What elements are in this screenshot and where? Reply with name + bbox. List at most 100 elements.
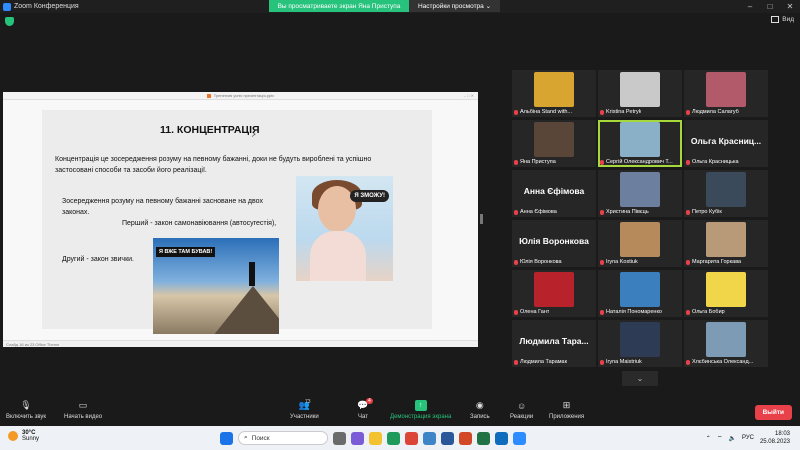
participant-name: Людмила Тарамак (514, 359, 567, 365)
mic-muted-icon (514, 259, 518, 265)
unmute-label: Включить звук (6, 414, 47, 420)
slide-paragraph-2: Зосередження розуму на певному бажанні з… (62, 198, 263, 216)
participant-tile[interactable]: Хлєбинська Олександ... (684, 320, 768, 367)
record-button[interactable]: ◉ Запись (470, 400, 490, 420)
participants-button[interactable]: 👥 73 Участники (290, 399, 319, 420)
participants-count: 73 (305, 399, 311, 405)
share-banner: Вы просматриваете экран Яна Приступа Нас… (269, 0, 500, 12)
leave-button[interactable]: Выйти (754, 405, 792, 420)
splitter-handle[interactable] (480, 214, 483, 224)
participant-video (706, 72, 746, 107)
reactions-button[interactable]: ☺ Реакции (510, 400, 534, 421)
participant-tile[interactable]: Ольга Бобир (684, 270, 768, 317)
mic-muted-icon (686, 309, 690, 315)
weather-widget[interactable]: 30°C Sunny (8, 430, 39, 442)
participant-name-label: Анна Єфімова (520, 209, 557, 215)
participant-name-label: Людмила Салагуб (692, 109, 739, 115)
participant-tile[interactable]: Христина Півєць (598, 170, 682, 217)
view-settings-button[interactable]: Настройки просмотра ⌄ (409, 0, 500, 12)
participant-name: Анна Єфімова (514, 209, 557, 215)
taskbar-apps: ⌕ Поиск (220, 431, 526, 445)
sun-icon (8, 431, 18, 441)
slide-paragraph-4: Другий - закон звички. (62, 256, 134, 263)
view-label: Вид (782, 16, 794, 23)
participant-tile[interactable]: Kristina Petryk (598, 70, 682, 117)
participant-name: Ольга Бобир (686, 309, 725, 315)
participant-video (620, 272, 660, 307)
participant-name: Альбіна Stand with... (514, 109, 572, 115)
participant-tile[interactable]: Альбіна Stand with... (512, 70, 596, 117)
powerpoint-icon (206, 93, 211, 98)
participant-tile[interactable]: Ольга Красниц... Ольга Красницька (684, 120, 768, 167)
participant-tile[interactable]: Людмила Тара... Людмила Тарамак (512, 320, 596, 367)
chrome-icon[interactable] (405, 431, 418, 445)
participant-tile[interactable]: Iryna Maistriuk (598, 320, 682, 367)
chat-button[interactable]: 💬 4 Чат (357, 398, 373, 420)
zoom-logo-icon (3, 2, 11, 11)
participant-name-label: Kristina Petryk (606, 109, 642, 115)
reactions-icon: ☺ (516, 400, 527, 411)
start-icon[interactable] (220, 431, 233, 445)
mic-muted-icon (686, 109, 690, 115)
participant-tile[interactable]: Яна Приступа (512, 120, 596, 167)
mic-muted-icon (600, 159, 604, 165)
participant-name: Ольга Красницька (686, 159, 739, 165)
record-label: Запись (470, 414, 490, 420)
excel-icon[interactable] (477, 431, 490, 445)
participant-tile[interactable]: Петро Кубік (684, 170, 768, 217)
mic-muted-icon (686, 259, 690, 265)
participant-tile[interactable]: Олена Гант (512, 270, 596, 317)
mic-muted-icon (686, 359, 690, 365)
powerpoint-taskbar-icon[interactable] (459, 431, 472, 445)
clock[interactable]: 18:03 25.08.2023 (760, 430, 790, 446)
edge-icon[interactable] (387, 431, 400, 445)
minimize-button[interactable]: – (740, 0, 760, 13)
reactions-label: Реакции (510, 414, 534, 420)
search-label: Поиск (251, 434, 270, 442)
search-icon: ⌕ (244, 434, 248, 441)
apps-button[interactable]: ⊞ Приложения (549, 400, 584, 420)
file-explorer-icon[interactable] (369, 431, 382, 445)
close-button[interactable]: ✕ (780, 0, 800, 13)
speaker-icon[interactable]: 🔈 (728, 435, 735, 442)
word-icon[interactable] (441, 431, 454, 445)
maximize-button[interactable]: □ (760, 0, 780, 13)
shared-window-titlebar: Тренінгові успіх презентація.pptx – □ ✕ (3, 92, 478, 100)
language-indicator[interactable]: РУС (742, 435, 754, 441)
task-view-icon[interactable] (333, 431, 346, 445)
participant-tile[interactable]: Юлія Воронкова Юлія Воронкова (512, 220, 596, 267)
participant-tile[interactable]: Людмила Салагуб (684, 70, 768, 117)
security-shield-icon[interactable] (5, 17, 14, 26)
image-caption: Я ВЖЕ ТАМ БУВАВ! (156, 247, 216, 257)
share-screen-button[interactable]: ↑ Демонстрация экрана (390, 400, 451, 420)
participant-tile[interactable]: Сергій Олександрович Т... (598, 120, 682, 167)
participant-tile[interactable]: Iryna Kostiuk (598, 220, 682, 267)
mail-icon[interactable] (495, 431, 508, 445)
teams-icon[interactable] (351, 431, 364, 445)
participant-name: Людмила Салагуб (686, 109, 739, 115)
store-icon[interactable] (423, 431, 436, 445)
start-video-button[interactable]: ▭ Начать видео (64, 400, 102, 420)
participant-name: Маргарита Горкава (686, 259, 741, 265)
shared-screen[interactable]: Тренінгові успіх презентація.pptx – □ ✕ … (3, 92, 478, 347)
mountain-peak (213, 286, 279, 334)
participant-tile[interactable]: Анна Єфімова Анна Єфімова (512, 170, 596, 217)
participant-tile[interactable]: Маргарита Горкава (684, 220, 768, 267)
chevron-up-icon[interactable]: ⌃ (706, 435, 711, 442)
taskbar-search[interactable]: ⌕ Поиск (238, 431, 328, 445)
participant-name: Юлія Воронкова (514, 259, 562, 265)
record-icon: ◉ (475, 400, 484, 410)
mic-muted-icon (600, 359, 604, 365)
mic-muted-icon (514, 109, 518, 115)
zoom-taskbar-icon[interactable] (513, 431, 526, 445)
unmute-button[interactable]: 🎙 Включить звук (6, 400, 46, 420)
participant-tile[interactable]: Наталія Пономаренко (598, 270, 682, 317)
view-button[interactable]: Вид (771, 16, 794, 23)
video-off-icon: ▭ (78, 400, 88, 410)
gallery-next-page-button[interactable]: ⌄ (622, 371, 658, 386)
participant-name: Олена Гант (514, 309, 549, 315)
participant-name: Наталія Пономаренко (600, 309, 662, 315)
mic-muted-icon (514, 359, 518, 365)
wifi-icon[interactable]: ⌔ (717, 434, 723, 442)
window-controls: – □ ✕ (740, 0, 800, 13)
